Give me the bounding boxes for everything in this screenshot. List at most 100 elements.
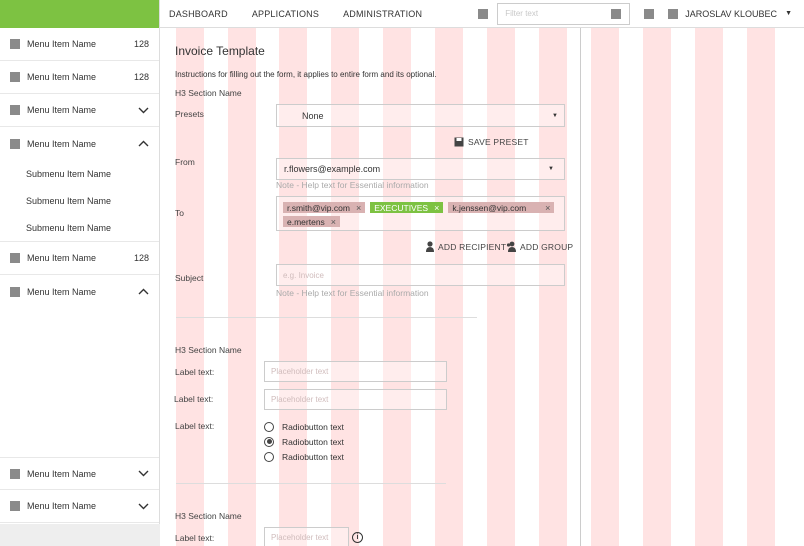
text-input[interactable]	[271, 533, 342, 542]
radio-option[interactable]: Radiobutton text	[264, 449, 344, 464]
submenu-item[interactable]: Submenu Item Name	[0, 187, 159, 214]
sidebar-item-1[interactable]: Menu Item Name 128	[0, 28, 159, 61]
sidebar-item-count: 128	[133, 39, 149, 49]
menu-icon	[10, 105, 20, 115]
save-icon	[454, 137, 464, 147]
add-person-icon	[426, 241, 434, 252]
text-field[interactable]	[264, 527, 349, 546]
caret-down-icon[interactable]: ▼	[785, 10, 792, 17]
subject-field[interactable]	[276, 264, 565, 286]
subject-input[interactable]	[283, 270, 558, 280]
radio-button[interactable]	[264, 451, 274, 462]
chevron-up-icon[interactable]	[137, 138, 149, 150]
nav-action-icon[interactable]	[644, 8, 655, 19]
sidebar: Menu Item Name 128 Menu Item Name 128 Me…	[0, 0, 160, 546]
info-icon[interactable]: i	[352, 532, 363, 543]
field-label: Label text:	[175, 367, 215, 377]
grid-column	[643, 28, 671, 546]
from-select[interactable]: r.flowers@example.com ▼	[276, 158, 565, 180]
chip-remove-icon[interactable]: ×	[356, 203, 361, 213]
to-label: To	[175, 208, 184, 218]
chip-label: EXECUTIVES	[374, 202, 429, 213]
radio-group: Radiobutton text Radiobutton text Radiob…	[264, 419, 344, 464]
nav-dashboard[interactable]: DASHBOARD	[169, 9, 228, 19]
recipient-chip[interactable]: k.jenssen@vip.com ×	[448, 202, 555, 213]
menu-icon	[10, 39, 20, 49]
field-label: Label text:	[174, 394, 214, 404]
from-label: From	[175, 157, 195, 167]
radio-button-selected[interactable]	[264, 436, 274, 447]
menu-icon	[10, 468, 20, 479]
sidebar-item-3[interactable]: Menu Item Name	[0, 94, 159, 127]
select-caret-icon: ▼	[548, 166, 554, 172]
filter-field[interactable]	[497, 2, 631, 25]
text-input[interactable]	[271, 395, 440, 404]
radio-button[interactable]	[264, 421, 274, 432]
radio-option[interactable]: Radiobutton text	[264, 419, 344, 434]
sidebar-item-label: Menu Item Name	[27, 501, 97, 511]
menu-icon	[10, 501, 20, 511]
chip-label: k.jenssen@vip.com	[452, 202, 527, 213]
to-field[interactable]: r.smith@vip.com × EXECUTIVES × k.jenssen@v…	[276, 196, 565, 231]
section-heading: H3 Section Name	[175, 345, 242, 355]
text-field[interactable]	[264, 361, 447, 382]
add-group-button[interactable]: ADD GROUP	[506, 241, 573, 252]
sidebar-item-count: 128	[133, 253, 149, 263]
page-title: Invoice Template	[175, 44, 265, 58]
sidebar-item-2[interactable]: Menu Item Name 128	[0, 61, 159, 94]
user-name: JAROSLAV KLOUBEC	[685, 8, 778, 19]
text-field[interactable]	[264, 389, 447, 410]
group-chip[interactable]: EXECUTIVES ×	[370, 202, 444, 213]
chip-remove-icon[interactable]: ×	[545, 203, 550, 213]
sidebar-item-7[interactable]: Menu Item Name	[0, 457, 159, 490]
form-instructions: Instructions for filling out the form, i…	[175, 70, 437, 79]
filter-icon[interactable]	[611, 8, 622, 19]
sidebar-item-label: Menu Item Name	[27, 286, 97, 297]
menu-icon	[10, 138, 20, 149]
text-input[interactable]	[271, 367, 440, 376]
nav-action-icon[interactable]	[478, 8, 489, 19]
add-group-icon	[506, 241, 516, 252]
sidebar-item-5[interactable]: Menu Item Name 128	[0, 242, 159, 275]
select-caret-icon: ▼	[552, 112, 558, 119]
sidebar-item-4[interactable]: Menu Item Name	[0, 127, 159, 160]
chevron-down-icon[interactable]	[137, 500, 149, 512]
sidebar-item-label: Menu Item Name	[27, 253, 97, 263]
radio-label: Radiobutton text	[282, 451, 344, 462]
chip-label: e.mertens	[287, 216, 325, 227]
top-nav: DASHBOARD APPLICATIONS ADMINISTRATION JA…	[160, 0, 804, 28]
chevron-down-icon[interactable]	[137, 104, 149, 116]
chip-remove-icon[interactable]: ×	[434, 203, 439, 213]
field-label: Label text:	[175, 421, 215, 431]
submenu-item[interactable]: Submenu Item Name	[0, 214, 159, 241]
sidebar-item-count: 128	[133, 72, 149, 82]
nav-administration[interactable]: ADMINISTRATION	[343, 9, 422, 19]
sidebar-item-label: Menu Item Name	[27, 39, 97, 49]
section-heading: H3 Section Name	[175, 88, 242, 98]
sidebar-item-label: Menu Item Name	[27, 138, 97, 149]
sidebar-item-label: Menu Item Name	[27, 468, 97, 479]
presets-label: Presets	[175, 109, 204, 119]
chip-remove-icon[interactable]: ×	[331, 217, 336, 227]
user-menu[interactable]: JAROSLAV KLOUBEC ▼	[668, 8, 804, 19]
sidebar-item-8[interactable]: Menu Item Name	[0, 490, 159, 523]
nav-applications[interactable]: APPLICATIONS	[252, 9, 319, 19]
add-recipient-button[interactable]: ADD RECIPIENT	[426, 241, 506, 252]
save-preset-button[interactable]: SAVE PRESET	[454, 137, 529, 147]
from-note: Note - Help text for Essential informati…	[276, 180, 429, 190]
submenu-item[interactable]: Submenu Item Name	[0, 160, 159, 187]
presets-value: None	[302, 110, 324, 121]
radio-label: Radiobutton text	[282, 436, 344, 447]
chevron-up-icon[interactable]	[137, 286, 149, 298]
menu-icon	[10, 72, 20, 82]
add-recipient-label: ADD RECIPIENT	[438, 241, 507, 252]
radio-option[interactable]: Radiobutton text	[264, 434, 344, 449]
recipient-chip[interactable]: r.smith@vip.com ×	[283, 202, 366, 213]
presets-select[interactable]: None ▼	[276, 104, 565, 127]
sidebar-footer	[0, 524, 160, 546]
sidebar-item-6[interactable]: Menu Item Name	[0, 275, 159, 308]
recipient-chip[interactable]: e.mertens ×	[283, 216, 341, 227]
section-heading: H3 Section Name	[175, 511, 242, 521]
filter-input[interactable]	[505, 9, 612, 18]
chevron-down-icon[interactable]	[137, 468, 149, 480]
